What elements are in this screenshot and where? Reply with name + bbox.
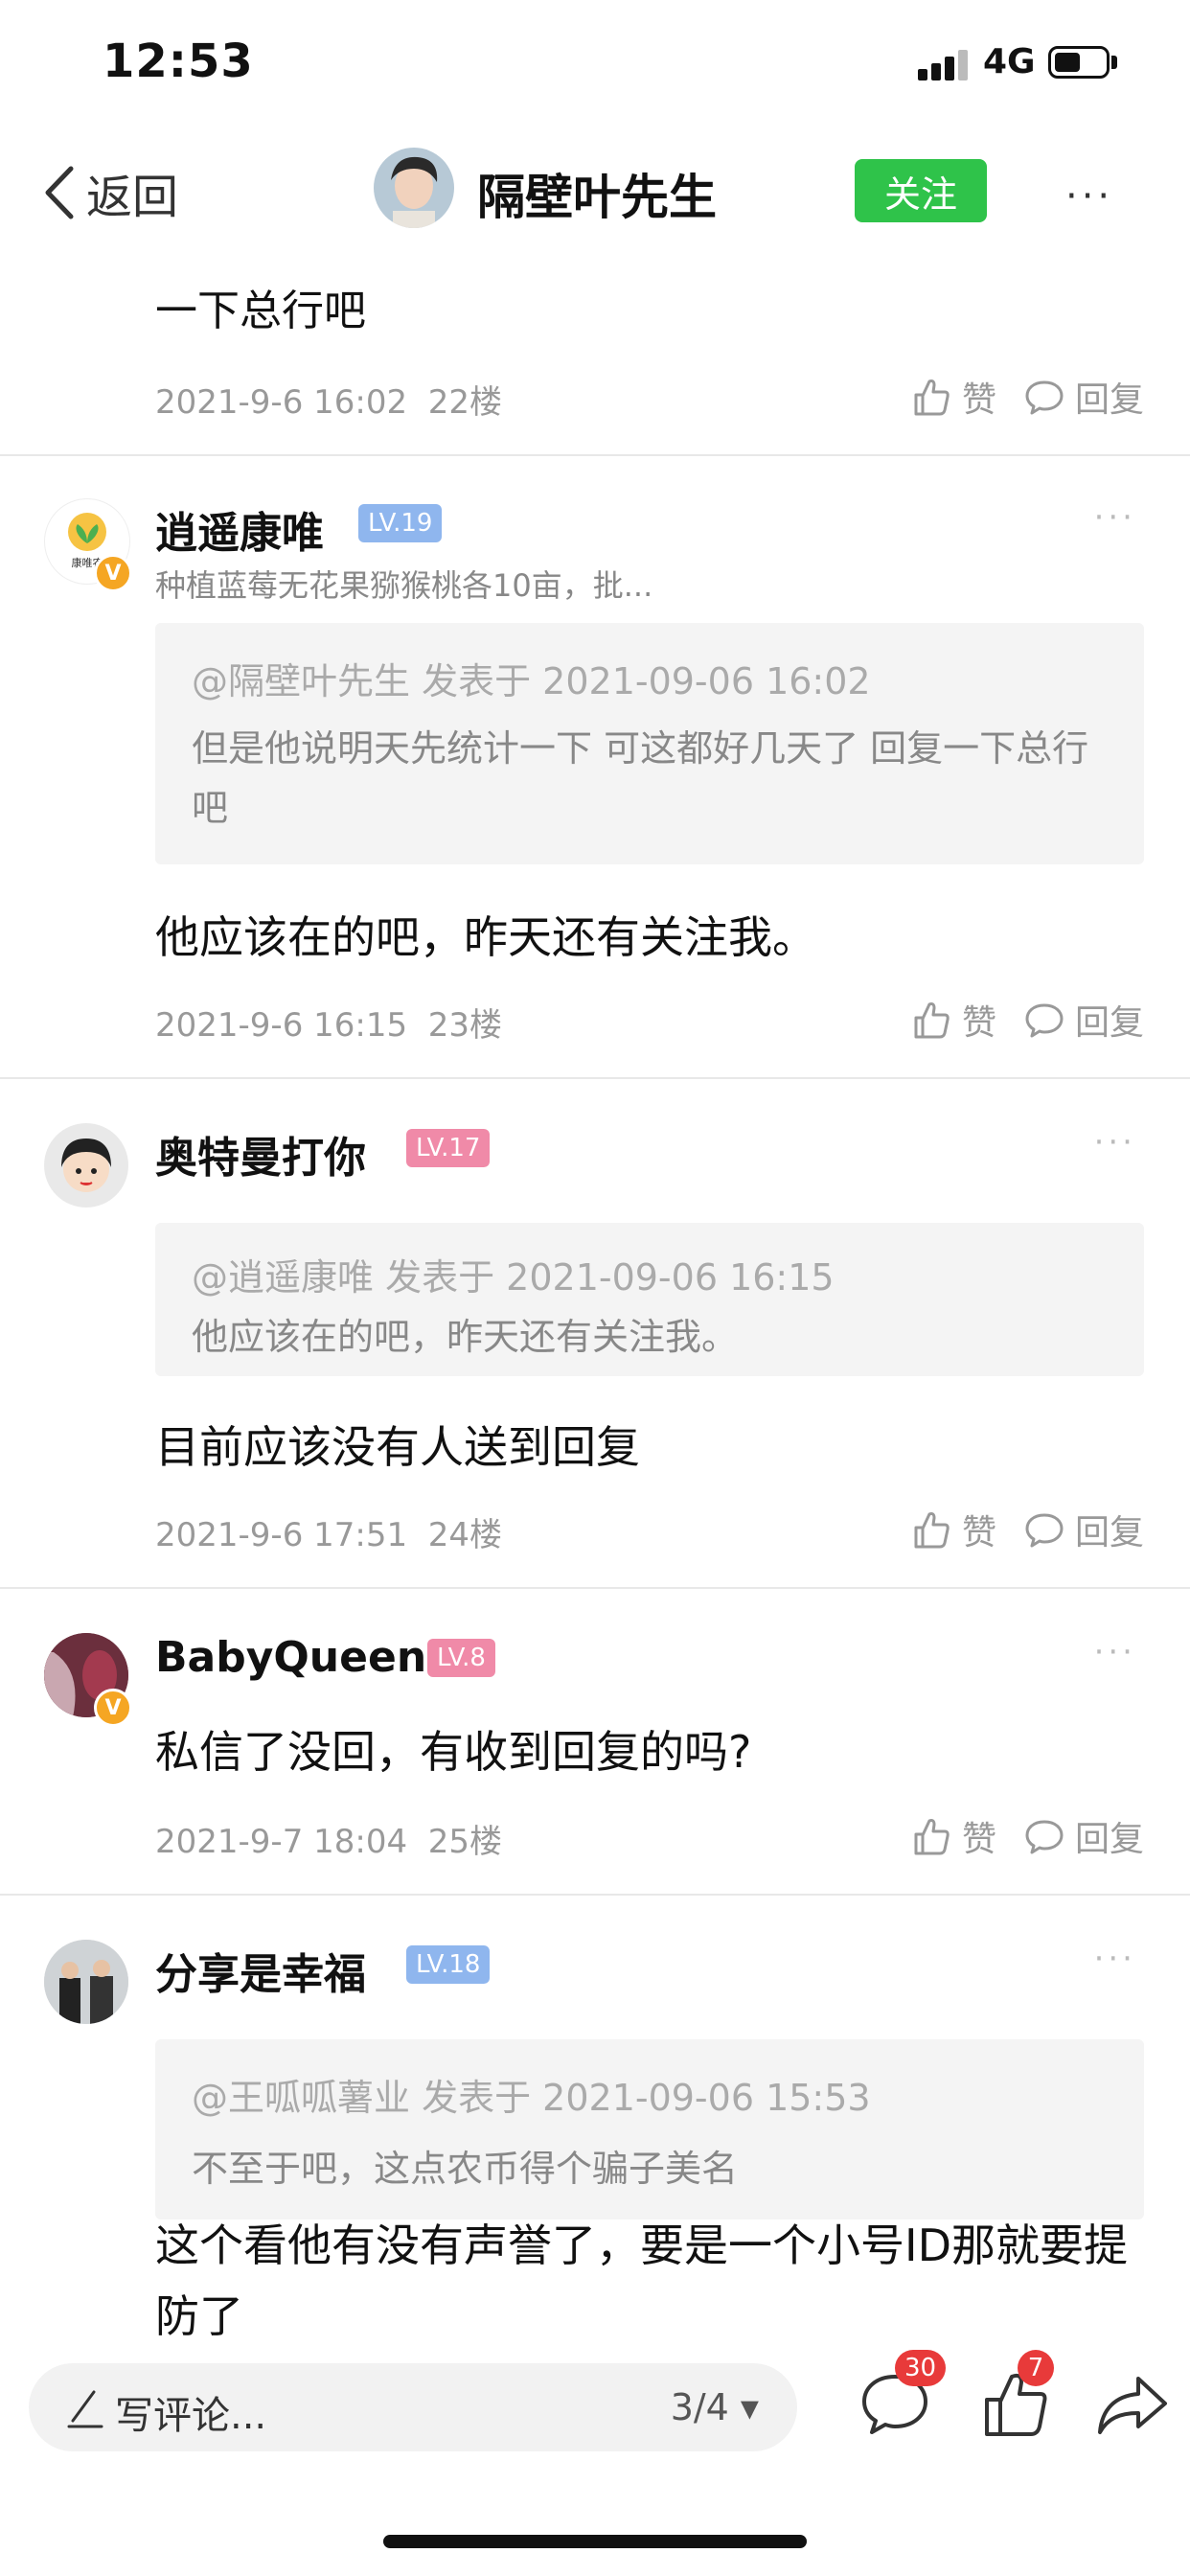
comment-floor: 25楼 — [427, 1823, 503, 1861]
status-time: 12:53 — [103, 34, 254, 88]
share-button[interactable] — [1094, 2365, 1171, 2442]
comment-date: 2021-9-6 16:15 — [155, 1006, 408, 1045]
comment-placeholder: 写评论... — [115, 2394, 267, 2438]
like-button[interactable]: 赞 — [910, 1811, 996, 1861]
reply-button[interactable]: 回复 — [1023, 1811, 1144, 1861]
level-badge: LV.17 — [406, 1129, 491, 1167]
thumbs-up-icon — [914, 1512, 950, 1549]
thumbs-up-icon — [914, 1819, 950, 1855]
comment-more-button[interactable]: ··· — [1094, 498, 1136, 537]
like-button[interactable]: 赞 — [910, 995, 996, 1045]
level-badge: LV.18 — [406, 1945, 491, 1984]
commenter-name[interactable]: BabyQueen — [155, 1633, 426, 1682]
comment-date: 2021-9-6 17:51 — [155, 1516, 408, 1554]
more-options-button[interactable]: ··· — [1065, 174, 1113, 218]
commenter-avatar[interactable] — [44, 1940, 128, 2024]
home-indicator[interactable] — [383, 2535, 807, 2548]
author-avatar[interactable] — [374, 148, 454, 228]
comments-button[interactable]: 30 — [857, 2350, 947, 2442]
back-label: 返回 — [86, 171, 179, 224]
comment-text: 他应该在的吧，昨天还有关注我。 — [155, 911, 816, 963]
quote-body: 不至于吧，这点农币得个骗子美名 — [192, 2148, 739, 2190]
quote-header: @逍遥康唯 发表于 2021-09-06 16:15 — [192, 1256, 835, 1299]
share-arrow-icon — [1098, 2377, 1167, 2434]
comment-text: 目前应该没有人送到回复 — [155, 1421, 640, 1473]
thumbs-up-icon — [914, 380, 950, 416]
like-count-badge: 7 — [1018, 2350, 1054, 2386]
comment-actions: 赞 回复 — [883, 372, 1144, 422]
commenter-name[interactable]: 奥特曼打你 — [155, 1123, 366, 1184]
quote-header: @王呱呱薯业 发表于 2021-09-06 15:53 — [192, 2077, 871, 2119]
quote-body: 但是他说明天先统计一下 可这都好几天了 回复一下总行吧 — [192, 727, 1089, 829]
comment-date: 2021-9-6 16:02 — [155, 383, 408, 422]
comment-text: 私信了没回，有收到回复的吗? — [155, 1726, 752, 1778]
reply-button[interactable]: 回复 — [1023, 1505, 1144, 1554]
comment-bubble-icon — [1025, 1820, 1064, 1854]
follow-button[interactable]: 关注 — [855, 159, 987, 222]
commenter-name[interactable]: 逍遥康唯 — [155, 498, 324, 560]
comment-meta: 2021-9-6 16:02 22楼 — [155, 376, 502, 423]
comment-floor: 22楼 — [427, 383, 503, 422]
top-nav: 返回 隔壁叶先生 关注 ··· — [0, 134, 1190, 242]
comment-meta: 2021-9-6 17:51 24楼 — [155, 1508, 502, 1555]
comment-bubble-icon — [1025, 380, 1064, 415]
commenter-bio: 种植蓝莓无花果猕猴桃各10亩，批... — [155, 567, 653, 604]
pencil-icon — [67, 2390, 103, 2428]
comment-floor: 23楼 — [427, 1006, 503, 1045]
like-button[interactable]: 赞 — [910, 372, 996, 422]
author-name[interactable]: 隔壁叶先生 — [477, 159, 717, 228]
status-bar: 12:53 4G — [0, 0, 1190, 134]
comment-floor: 24楼 — [427, 1516, 503, 1554]
thumbs-up-icon — [914, 1002, 950, 1039]
chevron-left-icon — [45, 166, 74, 219]
comment-more-button[interactable]: ··· — [1094, 1940, 1136, 1978]
level-badge: LV.19 — [358, 504, 443, 542]
verified-badge-icon: V — [94, 1689, 132, 1727]
quote-body: 他应该在的吧，昨天还有关注我。 — [192, 1316, 739, 1358]
commenter-name[interactable]: 分享是幸福 — [155, 1940, 366, 2001]
comment-meta: 2021-9-7 18:04 25楼 — [155, 1815, 502, 1862]
comment-bubble-icon — [1025, 1513, 1064, 1548]
comment-count-badge: 30 — [895, 2350, 947, 2386]
quoted-comment[interactable]: @王呱呱薯业 发表于 2021-09-06 15:53 不至于吧，这点农币得个骗… — [155, 2039, 1144, 2220]
comment-more-button[interactable]: ··· — [1094, 1123, 1136, 1162]
reply-button[interactable]: 回复 — [1023, 372, 1144, 422]
commenter-avatar[interactable] — [44, 1123, 128, 1208]
back-button[interactable]: 返回 — [42, 159, 178, 226]
signal-icon — [918, 48, 975, 80]
comment-text: 这个看他有没有声誉了，要是一个小号ID那就要提防了 — [155, 2220, 1128, 2342]
comment-date: 2021-9-7 18:04 — [155, 1823, 408, 1861]
comment-meta: 2021-9-6 16:15 23楼 — [155, 999, 502, 1046]
write-comment-input[interactable]: 写评论... 3/4 ▾ — [29, 2363, 797, 2451]
quoted-comment[interactable]: @逍遥康唯 发表于 2021-09-06 16:15 他应该在的吧，昨天还有关注… — [155, 1223, 1144, 1376]
like-button[interactable]: 赞 — [910, 1505, 996, 1554]
quote-header: @隔壁叶先生 发表于 2021-09-06 16:02 — [192, 660, 871, 702]
battery-icon — [1048, 46, 1110, 79]
quoted-comment[interactable]: @隔壁叶先生 发表于 2021-09-06 16:02 但是他说明天先统计一下 … — [155, 623, 1144, 864]
comment-text: 一下总行吧 — [155, 287, 366, 335]
network-type: 4G — [983, 42, 1036, 81]
comment-actions: 赞 回复 — [883, 995, 1144, 1045]
page-indicator[interactable]: 3/4 ▾ — [671, 2386, 759, 2428]
comment-item: 康唯农 V 逍遥康唯 LV.19 ··· 种植蓝莓无花果猕猴桃各10亩，批...… — [0, 456, 1190, 864]
comment-more-button[interactable]: ··· — [1094, 1633, 1136, 1671]
reply-button[interactable]: 回复 — [1023, 995, 1144, 1045]
comment-actions: 赞 回复 — [883, 1811, 1144, 1861]
level-badge: LV.8 — [427, 1639, 495, 1677]
comment-bubble-icon — [1025, 1003, 1064, 1038]
verified-badge-icon: V — [94, 554, 132, 592]
comment-actions: 赞 回复 — [883, 1505, 1144, 1554]
like-post-button[interactable]: 7 — [977, 2350, 1054, 2442]
